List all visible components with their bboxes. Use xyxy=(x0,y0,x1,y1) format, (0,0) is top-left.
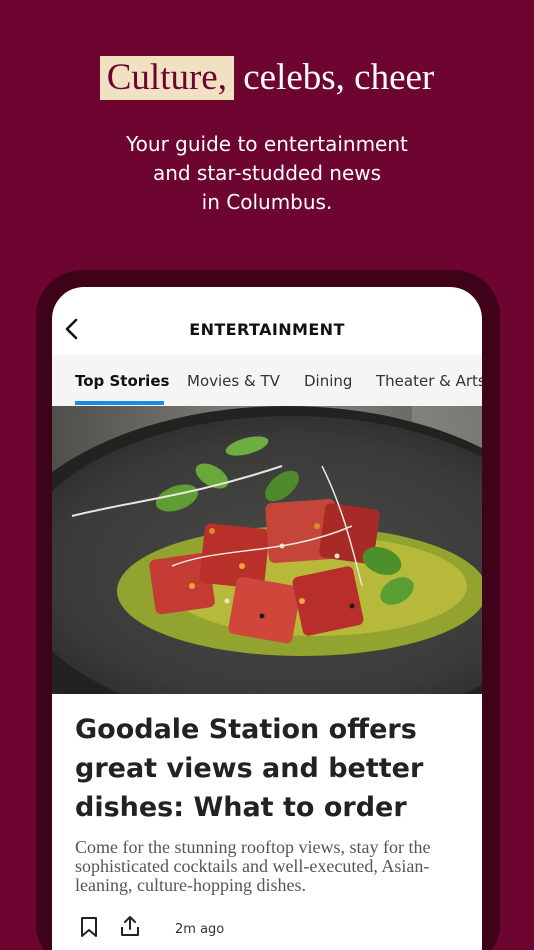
promo-subhead: Your guide to entertainment and star-stu… xyxy=(0,130,534,217)
active-tab-indicator xyxy=(75,401,164,405)
subhead-line-2: and star-studded news xyxy=(152,161,382,185)
share-icon[interactable] xyxy=(119,915,141,937)
article-actions: 2m ago xyxy=(75,909,459,950)
headline-highlight: Culture, xyxy=(99,56,234,100)
tab-movies-tv[interactable]: Movies & TV xyxy=(187,372,280,390)
tab-top-stories[interactable]: Top Stories xyxy=(75,372,169,390)
bookmark-icon[interactable] xyxy=(79,916,99,938)
article-summary: Come for the stunning rooftop views, sta… xyxy=(75,837,431,895)
tab-bar: Top Stories Movies & TV Dining Theater &… xyxy=(52,355,482,406)
headline-rest: celebs, cheer xyxy=(233,57,435,98)
subhead-line-3: in Columbus. xyxy=(201,190,333,214)
tab-theater-arts[interactable]: Theater & Arts xyxy=(376,372,482,390)
article-timestamp: 2m ago xyxy=(175,922,225,937)
plated-tuna-dish-photo xyxy=(52,406,482,694)
subhead-line-1: Your guide to entertainment xyxy=(126,132,408,156)
article-title[interactable]: Goodale Station offers great views and b… xyxy=(75,710,459,827)
section-title: ENTERTAINMENT xyxy=(189,320,345,339)
tab-dining[interactable]: Dining xyxy=(304,372,352,390)
app-screen: ENTERTAINMENT Top Stories Movies & TV Di… xyxy=(52,287,482,950)
article-card[interactable]: Goodale Station offers great views and b… xyxy=(52,694,482,950)
article-image[interactable] xyxy=(52,406,482,694)
top-bar: ENTERTAINMENT xyxy=(52,287,482,355)
promo-headline: Culture, celebs, cheer xyxy=(0,56,534,100)
